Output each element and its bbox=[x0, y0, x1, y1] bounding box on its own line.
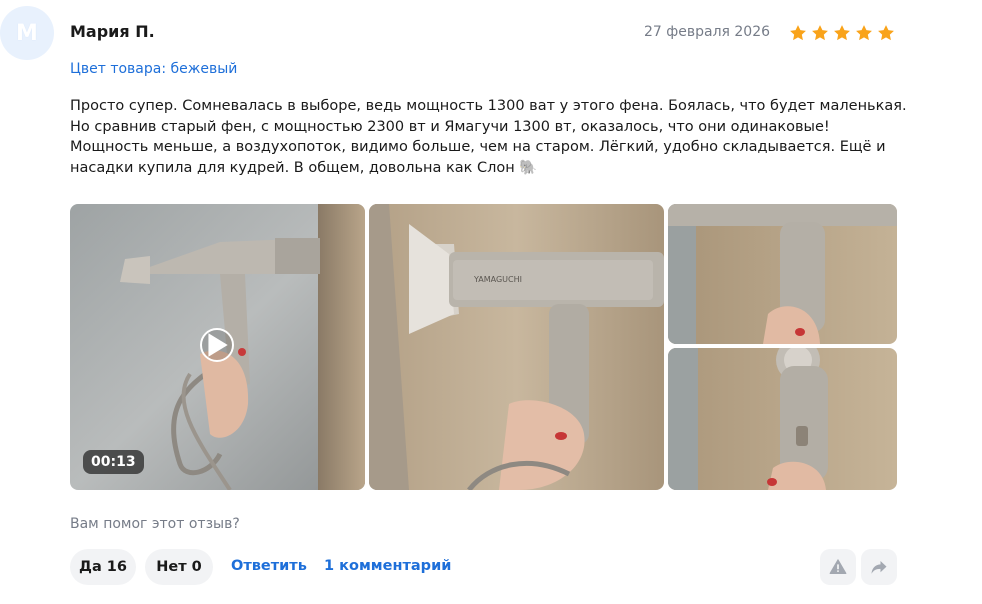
warning-icon bbox=[829, 559, 847, 574]
star-icon bbox=[834, 25, 850, 41]
play-icon[interactable] bbox=[200, 328, 234, 362]
rating-stars bbox=[788, 23, 896, 43]
review-date: 27 февраля 2026 bbox=[644, 24, 771, 40]
reply-link[interactable]: Ответить bbox=[231, 558, 307, 574]
share-icon bbox=[871, 561, 887, 574]
review-photo[interactable] bbox=[668, 348, 897, 490]
brand-text: YAMAGUCHI bbox=[473, 275, 522, 284]
helpful-question: Вам помог этот отзыв? bbox=[70, 516, 240, 532]
helpful-no-button[interactable]: Нет 0 bbox=[145, 549, 213, 585]
review-photo[interactable]: YAMAGUCHI bbox=[369, 204, 664, 490]
helpful-yes-button[interactable]: Да 16 bbox=[70, 549, 136, 585]
star-icon bbox=[878, 25, 894, 41]
star-icon bbox=[790, 25, 806, 41]
report-button[interactable] bbox=[820, 549, 856, 585]
author-name: Мария П. bbox=[70, 22, 155, 41]
video-duration: 00:13 bbox=[83, 450, 144, 474]
review-photo[interactable] bbox=[668, 204, 897, 344]
review-text: Просто супер. Сомневалась в выборе, ведь… bbox=[70, 98, 907, 176]
product-color: Цвет товара: бежевый bbox=[70, 61, 238, 77]
avatar-letter: М bbox=[16, 20, 38, 46]
review-video-thumbnail[interactable]: 00:13 bbox=[70, 204, 365, 490]
star-icon bbox=[856, 25, 872, 41]
share-button[interactable] bbox=[861, 549, 897, 585]
comments-link[interactable]: 1 комментарий bbox=[324, 558, 451, 574]
star-icon bbox=[812, 25, 828, 41]
avatar: М bbox=[0, 6, 54, 60]
